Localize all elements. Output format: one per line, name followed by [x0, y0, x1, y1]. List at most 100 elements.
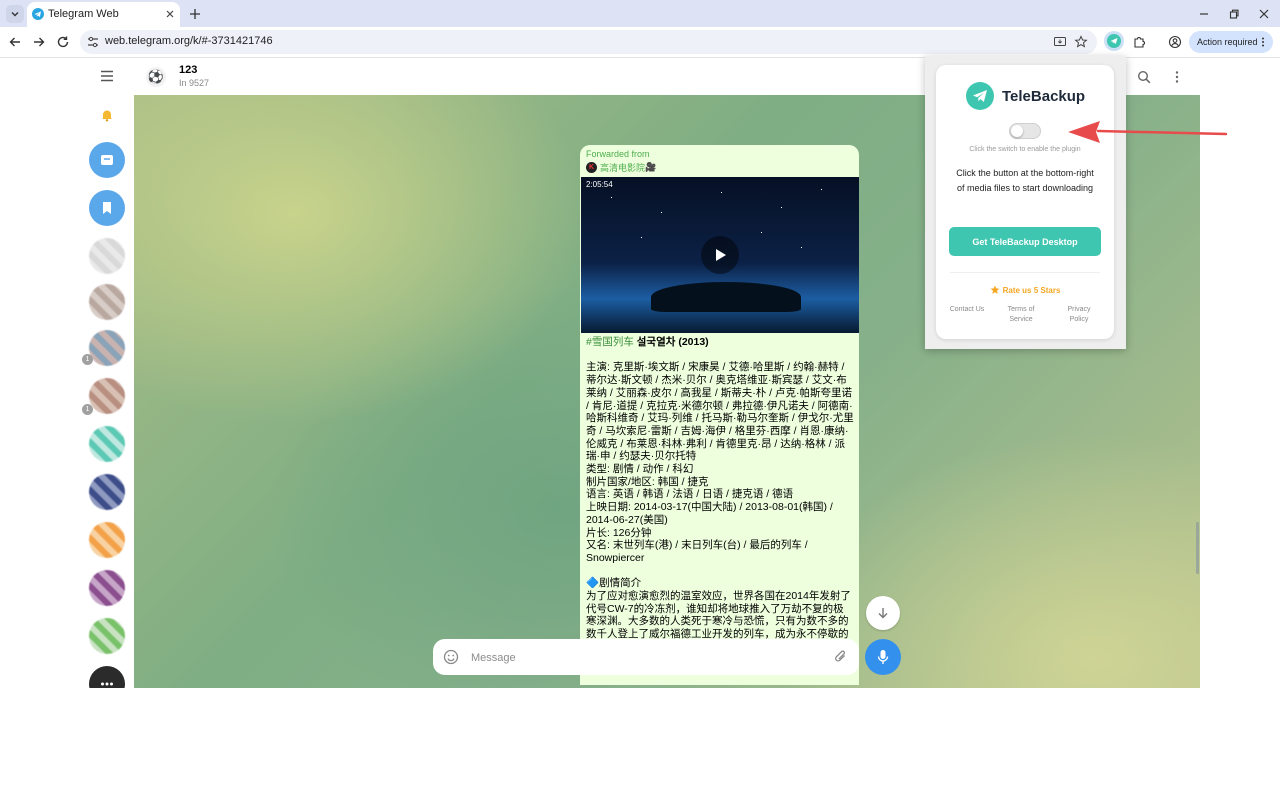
cast-text: 主演: 克里斯·埃文斯 / 宋康昊 / 艾德·哈里斯 / 约翰·赫特 / 蒂尔达… [586, 361, 854, 463]
diamond-icon: 🔷 [586, 577, 600, 590]
extension-description: Click the button at the bottom-right of … [956, 168, 1094, 193]
aka-text: 又名: 末世列车(港) / 末日列车(台) / 最后的列车 / Snowpier… [586, 539, 808, 564]
telebackup-extension-button[interactable] [1104, 31, 1124, 51]
toggle-knob [1011, 125, 1023, 137]
unread-badge: 1 [82, 354, 93, 365]
chat-subtitle: In 9527 [179, 78, 210, 88]
browser-tab-bar: Telegram Web [0, 0, 1280, 27]
hashtag-link[interactable]: #雪国列车 [586, 336, 634, 348]
chat-avatar[interactable] [89, 284, 125, 320]
chat-title: 123 [179, 64, 198, 76]
saved-messages-icon [103, 202, 111, 214]
release-text: 上映日期: 2014-03-17(中国大陆) / 2013-08-01(韩国) … [586, 501, 833, 526]
emoji-icon[interactable] [443, 649, 459, 665]
chat-avatar[interactable] [89, 522, 125, 558]
extension-popup: TeleBackup Click the switch to enable th… [925, 56, 1126, 349]
new-tab-icon[interactable] [188, 7, 202, 21]
telegram-sidebar: 1 1 [80, 58, 135, 688]
archive-folder-icon [101, 155, 113, 165]
more-vert-icon[interactable] [1170, 70, 1184, 84]
message-text: #雪国列车 설국열차 (2013) 主演: 克里斯·埃文斯 / 宋康昊 / 艾德… [586, 336, 854, 641]
play-icon [716, 249, 726, 261]
site-settings-icon[interactable] [86, 35, 100, 49]
chevron-down-icon [11, 12, 19, 17]
bell-icon[interactable] [100, 108, 114, 122]
minimize-icon[interactable] [1197, 7, 1211, 21]
close-window-icon[interactable] [1257, 7, 1271, 21]
url-text: web.telegram.org/k/#-3731421746 [105, 35, 273, 47]
back-icon[interactable] [8, 35, 22, 49]
chat-avatar[interactable] [89, 618, 125, 654]
terms-of-service-link[interactable]: Terms of Service [1001, 305, 1041, 325]
source-name: 高清电影院 [600, 162, 646, 173]
chat-avatar[interactable] [89, 474, 125, 510]
video-island [651, 282, 801, 312]
message-input[interactable] [469, 647, 813, 669]
telebackup-brand: TeleBackup [966, 81, 1085, 111]
browser-tab-telegram[interactable]: Telegram Web [27, 2, 180, 27]
play-button[interactable] [701, 236, 739, 274]
forwarded-source[interactable]: K 高清电影院 🎥 [586, 161, 656, 173]
telebackup-card: TeleBackup Click the switch to enable th… [936, 65, 1114, 339]
profile-icon[interactable] [1168, 35, 1182, 49]
saved-messages-button[interactable] [89, 190, 125, 226]
chat-avatar[interactable] [89, 238, 125, 274]
extensions-puzzle-icon[interactable] [1132, 35, 1146, 49]
rate-us-label: Rate us 5 Stars [1002, 285, 1061, 295]
bookmark-star-icon[interactable] [1074, 35, 1088, 49]
privacy-policy-link[interactable]: Privacy Policy [1059, 305, 1099, 325]
more-vert-icon [1262, 37, 1264, 47]
chat-avatar[interactable] [89, 330, 125, 366]
brand-name: TeleBackup [1002, 87, 1086, 105]
action-required-label: Action required [1197, 37, 1258, 47]
message-bubble[interactable]: Forwarded from K 高清电影院 🎥 2:05:54 #雪国列车 설… [580, 145, 859, 685]
browser-toolbar: web.telegram.org/k/#-3731421746 Action r… [0, 27, 1280, 58]
telegram-favicon-icon [32, 8, 44, 20]
telebackup-extension-icon [1107, 34, 1121, 48]
source-emoji: 🎥 [645, 161, 657, 172]
tab-list-button[interactable] [6, 5, 24, 23]
chat-avatar[interactable] [89, 570, 125, 606]
video-duration: 2:05:54 [586, 180, 613, 189]
chat-avatar[interactable] [89, 426, 125, 462]
microphone-icon [877, 650, 889, 664]
divider [950, 272, 1100, 273]
language-text: 语言: 英语 / 韩语 / 法语 / 日语 / 捷克语 / 德语 [586, 488, 794, 501]
contact-us-link[interactable]: Contact Us [947, 305, 987, 315]
action-required-button[interactable]: Action required [1189, 31, 1273, 53]
address-bar[interactable]: web.telegram.org/k/#-3731421746 [80, 30, 1097, 54]
more-chats-button[interactable] [89, 666, 125, 688]
enable-plugin-toggle[interactable] [1009, 123, 1041, 139]
video-thumbnail[interactable]: 2:05:54 [581, 177, 859, 333]
get-desktop-button[interactable]: Get TeleBackup Desktop [949, 227, 1101, 256]
chat-avatar[interactable]: ⚽ [146, 67, 166, 87]
synopsis-text: 为了应对愈演愈烈的温室效应，世界各国在2014年发射了代号CW-7的冷冻剂，谁知… [586, 590, 851, 641]
country-text: 制片国家/地区: 韩国 / 捷克 [586, 475, 709, 488]
genre-text: 类型: 剧情 / 动作 / 科幻 [586, 463, 694, 476]
runtime-text: 片长: 126分钟 [586, 526, 652, 539]
tab-title: Telegram Web [48, 8, 119, 20]
restore-icon[interactable] [1227, 7, 1241, 21]
search-icon[interactable] [1137, 70, 1151, 84]
attach-icon[interactable] [833, 649, 849, 665]
message-composer [433, 639, 859, 675]
source-channel-icon: K [586, 161, 597, 173]
movie-title: 설국열차 (2013) [636, 336, 709, 348]
synopsis-title: 剧情简介 [599, 577, 642, 590]
annotation-arrow [1068, 121, 1228, 143]
telebackup-logo-icon [966, 82, 994, 110]
reload-icon[interactable] [56, 35, 70, 49]
chat-scrollbar[interactable] [1196, 522, 1199, 574]
arrow-down-icon [878, 608, 888, 619]
voice-record-button[interactable] [865, 639, 901, 675]
rate-us-link[interactable]: Rate us 5 Stars [936, 284, 1114, 296]
forward-icon[interactable] [32, 35, 46, 49]
more-dots-icon [101, 682, 113, 686]
unread-badge: 1 [82, 404, 93, 415]
close-tab-icon[interactable] [164, 8, 176, 20]
chat-avatar[interactable] [89, 378, 125, 414]
menu-icon[interactable] [100, 70, 114, 82]
scroll-down-button[interactable] [866, 596, 900, 630]
install-app-icon[interactable] [1053, 35, 1067, 49]
archive-folder-button[interactable] [89, 142, 125, 178]
